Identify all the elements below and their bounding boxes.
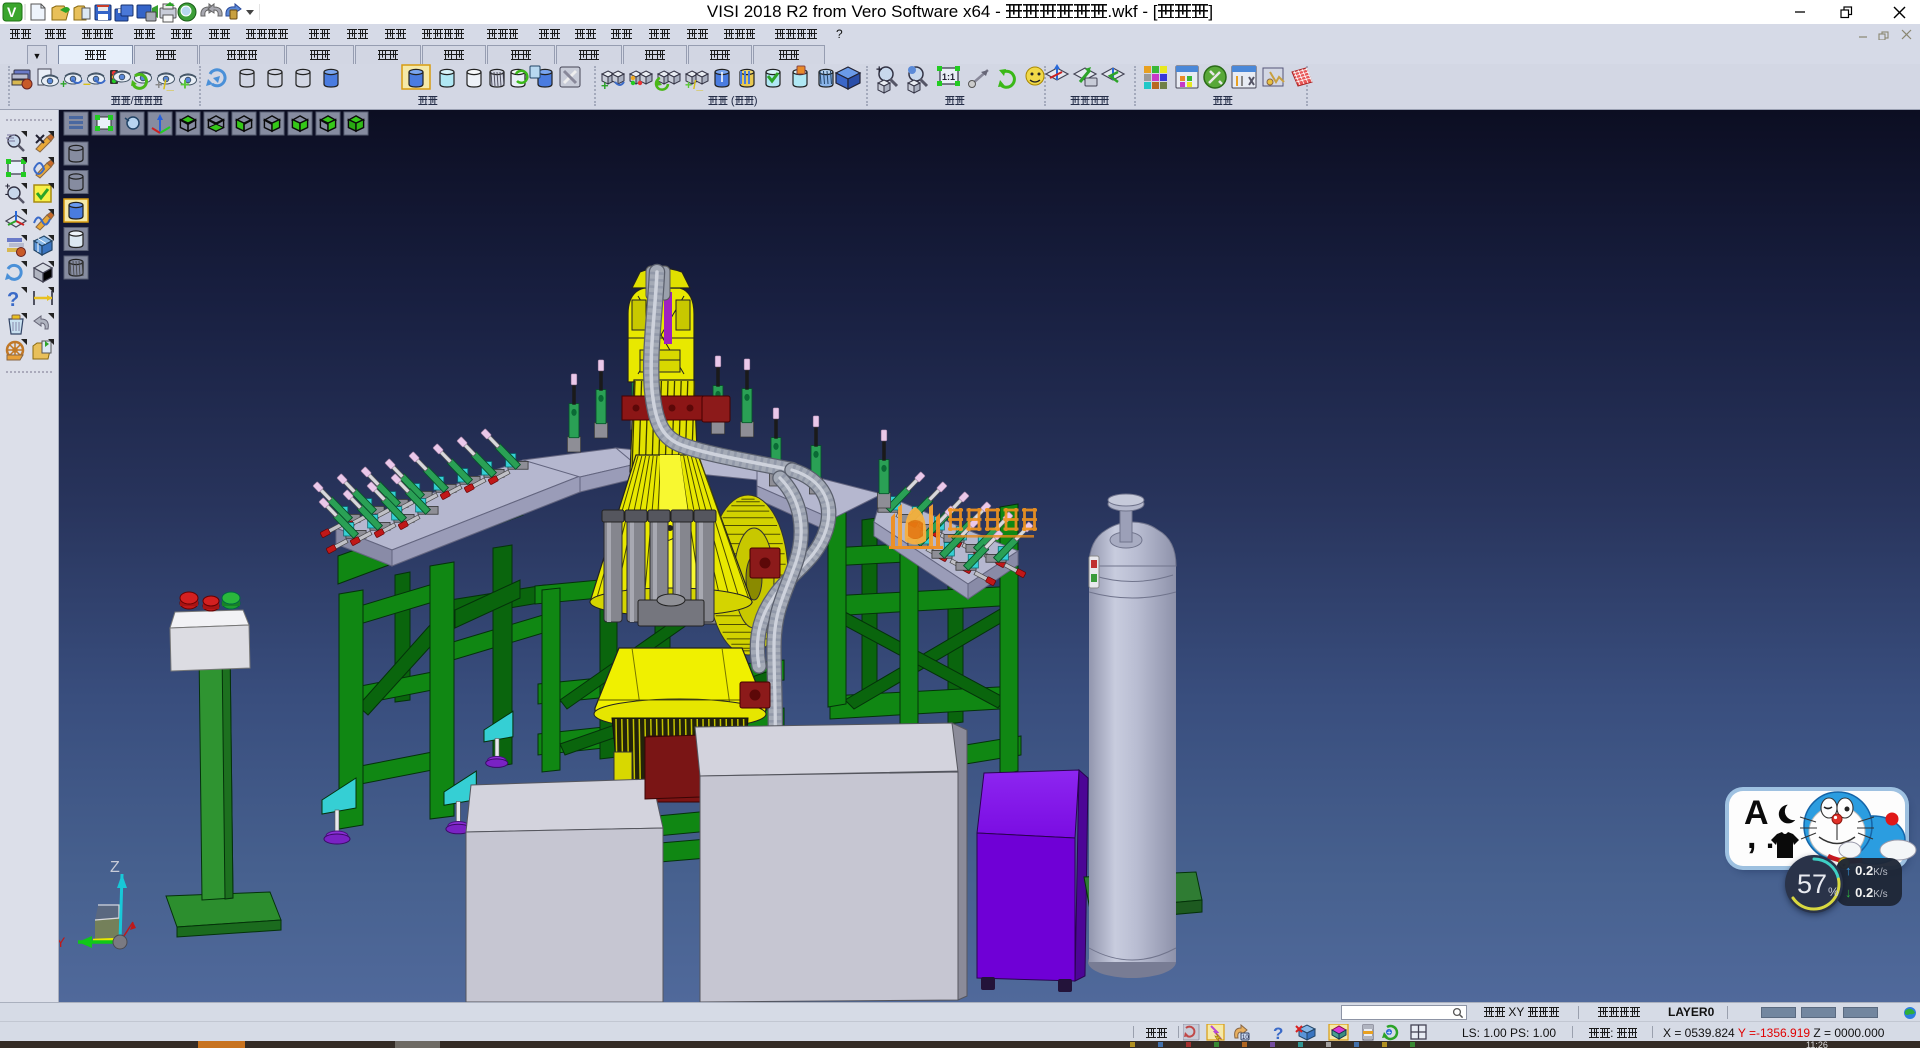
svg-text:–: –: [83, 75, 91, 91]
svg-text:-: -: [5, 189, 8, 199]
svg-text:+: +: [1387, 1028, 1392, 1037]
svg-text:?: ?: [1273, 1024, 1283, 1041]
svg-text:+: +: [685, 78, 692, 92]
svg-text:Y: Y: [59, 934, 66, 950]
svg-text:?: ?: [7, 289, 19, 311]
svg-text:V: V: [7, 4, 17, 20]
svg-text:/_: /_: [693, 78, 703, 92]
svg-text:+: +: [601, 78, 609, 93]
svg-text:/_: /_: [163, 77, 175, 92]
svg-text:%: %: [1828, 885, 1839, 899]
svg-text:+: +: [876, 64, 882, 76]
svg-text:57: 57: [1797, 869, 1827, 899]
svg-text:+: +: [155, 77, 163, 92]
svg-text:+: +: [60, 77, 67, 91]
svg-text:+: +: [180, 75, 190, 94]
svg-text:1:1: 1:1: [942, 72, 955, 82]
svg-text:Z: Z: [110, 859, 120, 876]
